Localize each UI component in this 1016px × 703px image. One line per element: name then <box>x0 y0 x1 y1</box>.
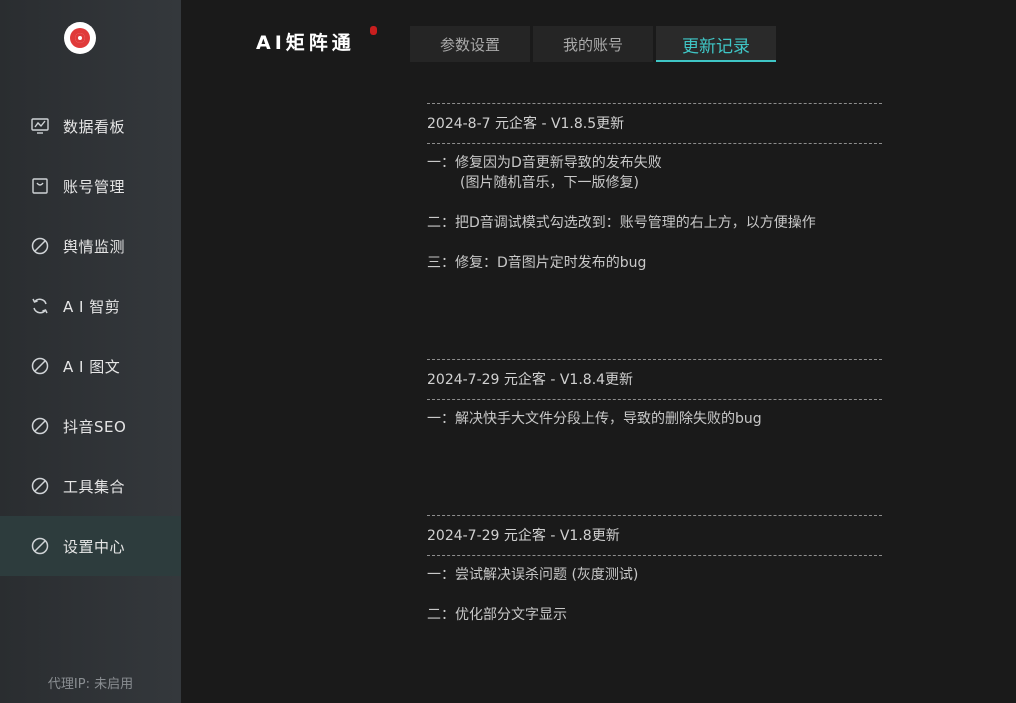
changelog-line <box>427 585 887 605</box>
dashed-divider <box>427 399 882 401</box>
changelog-line: 一：解决快手大文件分段上传，导致的删除失败的bug <box>427 411 762 427</box>
sidebar-item-label: 工具集合 <box>63 477 126 496</box>
changelog-line <box>427 193 887 213</box>
changelog-entry-title: 2024-7-29 元企客 - V1.8.4更新 <box>427 372 634 388</box>
changelog-line: 二：把D音调试模式勾选改到：账号管理的右上方，以方便操作 <box>427 215 816 231</box>
changelog-entry: 2024-7-29 元企客 - V1.8.4更新 一：解决快手大文件分段上传，导… <box>427 359 887 429</box>
proxy-status: 代理IP: 未启用 <box>47 677 134 692</box>
sidebar-item-label: A I 智剪 <box>63 297 121 316</box>
changelog-line: 一：尝试解决误杀问题 (灰度测试) <box>427 567 639 583</box>
sidebar-item-label: A I 图文 <box>63 357 121 376</box>
dashed-divider <box>427 143 882 145</box>
sidebar-item-label: 数据看板 <box>63 117 126 136</box>
bag-icon <box>30 176 50 196</box>
sidebar-item-opinion-monitoring[interactable]: 舆情监测 <box>0 216 181 276</box>
changelog-line <box>427 233 887 253</box>
circle-slash-icon <box>30 356 50 376</box>
sidebar-item-douyin-seo[interactable]: 抖音SEO <box>0 396 181 456</box>
changelog-entry-title: 2024-7-29 元企客 - V1.8更新 <box>427 528 620 544</box>
changelog-line: 一：修复因为D音更新导致的发布失败 <box>427 155 662 171</box>
brand-badge-icon <box>370 26 377 35</box>
changelog-line: (图片随机音乐，下一版修复) <box>460 175 639 191</box>
changelog-line: 二：优化部分文字显示 <box>427 607 567 623</box>
circle-slash-icon <box>30 536 50 556</box>
dashed-divider <box>427 515 882 517</box>
monitor-chart-icon <box>30 116 50 136</box>
sidebar-item-settings[interactable]: 设置中心 <box>0 516 181 576</box>
changelog: 2024-8-7 元企客 - V1.8.5更新 一：修复因为D音更新导致的发布失… <box>427 96 887 625</box>
sidebar-item-label: 抖音SEO <box>63 417 127 436</box>
tab-update-log[interactable]: 更新记录 <box>656 26 776 62</box>
sidebar-item-label: 舆情监测 <box>63 237 126 256</box>
sidebar-item-tools[interactable]: 工具集合 <box>0 456 181 516</box>
sidebar-item-label: 账号管理 <box>63 177 126 196</box>
sidebar: 数据看板 账号管理 舆情监测 A I 智剪 A I 图文 抖音SEO 工具集合 … <box>0 0 181 703</box>
changelog-entry-title: 2024-8-7 元企客 - V1.8.5更新 <box>427 116 625 132</box>
circle-slash-icon <box>30 476 50 496</box>
target-logo-icon <box>64 22 96 54</box>
tab-parameter-settings[interactable]: 参数设置 <box>410 26 530 62</box>
changelog-entry: 2024-8-7 元企客 - V1.8.5更新 一：修复因为D音更新导致的发布失… <box>427 103 887 273</box>
sidebar-item-account-management[interactable]: 账号管理 <box>0 156 181 216</box>
sidebar-item-ai-graphic[interactable]: A I 图文 <box>0 336 181 396</box>
sidebar-item-data-dashboard[interactable]: 数据看板 <box>0 96 181 156</box>
tab-my-account[interactable]: 我的账号 <box>533 26 653 62</box>
changelog-line: 三：修复：D音图片定时发布的bug <box>427 255 647 271</box>
app-brand-title: AI矩阵通 <box>256 32 355 54</box>
refresh-cycle-icon <box>30 296 50 316</box>
sidebar-item-ai-clip[interactable]: A I 智剪 <box>0 276 181 336</box>
circle-slash-icon <box>30 416 50 436</box>
circle-slash-icon <box>30 236 50 256</box>
dashed-divider <box>427 555 882 557</box>
changelog-entry: 2024-7-29 元企客 - V1.8更新 一：尝试解决误杀问题 (灰度测试)… <box>427 515 887 625</box>
dashed-divider <box>427 103 882 105</box>
dashed-divider <box>427 359 882 361</box>
active-tab-indicator <box>656 60 776 62</box>
sidebar-item-label: 设置中心 <box>63 537 126 556</box>
